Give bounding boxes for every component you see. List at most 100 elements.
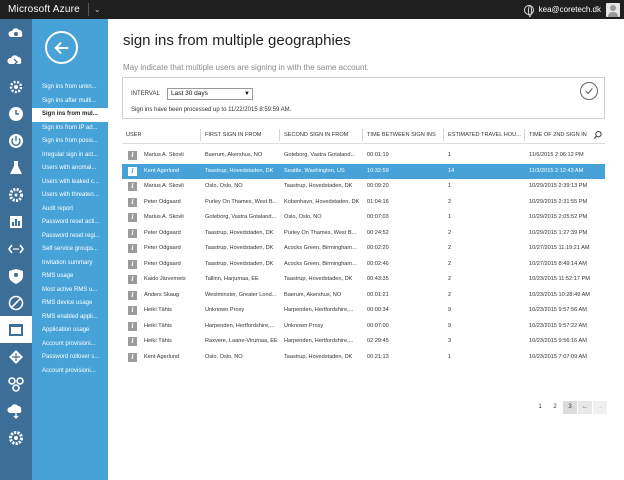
- nav-item-account-provisioning-1[interactable]: Account provisioni...: [32, 338, 108, 352]
- rail-item-gear[interactable]: [0, 73, 32, 100]
- table-row[interactable]: i Kent Agerlund Taastrup, Hovedstaden, DK S…: [122, 163, 605, 179]
- nav-item-multiple-geographies[interactable]: Sign ins from mul...: [32, 108, 108, 122]
- table-row[interactable]: i Marius A. Skovli Baerum, Akershus, NO Got…: [122, 148, 605, 164]
- page-3-link[interactable]: 3: [563, 401, 577, 414]
- nav-item-anomalous[interactable]: Users with anomal...: [32, 162, 108, 176]
- nav-item-rms-device-usage[interactable]: RMS device usage: [32, 297, 108, 311]
- avatar[interactable]: [606, 2, 620, 17]
- nav-item-leaked-credentials[interactable]: Users with leaked c...: [32, 176, 108, 190]
- rail-item-chart[interactable]: [0, 208, 32, 235]
- table-row[interactable]: i Peter Odgaard Purley On Thames, West B..…: [122, 195, 605, 211]
- apply-button[interactable]: [580, 82, 598, 100]
- info-icon[interactable]: i: [128, 213, 137, 222]
- table-row[interactable]: i Heikí Tähis Unknown Proxy Harpenden, Hert…: [122, 303, 605, 319]
- page-2-link[interactable]: 2: [548, 401, 562, 414]
- rail-item-power[interactable]: [0, 127, 32, 154]
- info-icon[interactable]: i: [128, 197, 137, 207]
- info-icon[interactable]: i: [128, 290, 137, 300]
- nav-item-invitation-summary[interactable]: Invitation summary: [32, 257, 108, 271]
- column-header-second-sign-in[interactable]: SECOND SIGN IN FROM: [280, 126, 362, 144]
- nav-item-self-service-groups[interactable]: Self service groups...: [32, 243, 108, 257]
- column-header-time-second[interactable]: TIME OF 2ND SIGN IN: [525, 126, 591, 144]
- table-row[interactable]: i Peter Odgaard Taastrup, Hovedstaden, DK P…: [122, 226, 605, 242]
- rail-item-cloud-services[interactable]: [0, 19, 32, 46]
- rail-item-diamond[interactable]: [0, 343, 32, 370]
- cell-user: Peter Odgaard: [144, 198, 181, 205]
- column-header-first-sign-in[interactable]: FIRST SIGN IN FROM: [201, 126, 279, 144]
- brand-divider: [87, 3, 89, 16]
- cell-time-between: 01:04:16: [367, 198, 389, 205]
- nav-item-password-reset-activity[interactable]: Password reset acti...: [32, 216, 108, 230]
- info-icon[interactable]: i: [128, 337, 137, 346]
- rail-item-active-directory[interactable]: [0, 316, 32, 343]
- rail-item-clock[interactable]: [0, 100, 32, 127]
- rail-item-identity[interactable]: [0, 262, 32, 289]
- cell-travel-hours: 2: [448, 276, 452, 282]
- table-row[interactable]: i Marius A. Skovli Goteborg, Vastra Gotala…: [122, 210, 605, 226]
- table-row[interactable]: i Kaido Järvemets Tallinn, Harjumaa, EE Taa…: [122, 272, 605, 288]
- table-row[interactable]: i Peter Odgaard Taastrup, Hovedstaden, DK A…: [122, 257, 605, 273]
- cell-time-between: 00:43:35: [367, 276, 389, 282]
- globe-icon[interactable]: [523, 4, 534, 17]
- info-icon[interactable]: i: [128, 259, 137, 269]
- rail-item-cloud-sync[interactable]: [0, 397, 32, 424]
- table-row[interactable]: i Kent Agerlund Oslo, Oslo, NO Taastrup, Ho…: [122, 350, 605, 366]
- rail-item-web-sites[interactable]: [0, 46, 32, 73]
- cell-travel-hours: 9: [448, 322, 452, 329]
- nav-item-application-usage[interactable]: Application usage: [32, 324, 108, 338]
- cell-travel-hours: 1: [448, 214, 452, 220]
- table-row[interactable]: i Marius A. Skovli Oslo, Oslo, NO Taastrup,…: [122, 179, 605, 195]
- cell-travel-hours: 2: [448, 229, 452, 236]
- back-button[interactable]: [45, 31, 78, 64]
- interval-select[interactable]: Last 30 days ▼: [167, 88, 253, 100]
- nav-item-account-provisioning-2[interactable]: Account provisioni...: [32, 365, 108, 379]
- nav-item-unknown-sources[interactable]: Sign ins from unkn...: [32, 81, 108, 95]
- rail-item-code[interactable]: [0, 235, 32, 262]
- cell-time-second: 10/29/2015 2:31:55 PM: [529, 198, 588, 205]
- rail-item-settings[interactable]: [0, 424, 32, 451]
- nav-item-ip-addresses[interactable]: Sign ins from IP ad...: [32, 122, 108, 136]
- table-row[interactable]: i Heikí Tähis Raxvere, Laane-Virumaa, EE Ha…: [122, 334, 605, 350]
- nav-item-rms-usage[interactable]: RMS usage: [32, 270, 108, 284]
- page-1-link[interactable]: 1: [533, 401, 547, 414]
- rail-item-network[interactable]: [0, 370, 32, 397]
- cell-user: Peter Odgaard: [144, 260, 181, 267]
- previous-page-button[interactable]: ←: [578, 401, 592, 414]
- column-header-time-between[interactable]: TIME BETWEEN SIGN INS: [363, 126, 443, 144]
- rail-item-blocked[interactable]: [0, 289, 32, 316]
- nav-item-most-active-rms[interactable]: Most active RMS u...: [32, 284, 108, 298]
- info-icon[interactable]: i: [128, 244, 137, 253]
- nav-item-password-reset-registration[interactable]: Password reset regi...: [32, 230, 108, 244]
- next-page-button[interactable]: →: [593, 401, 607, 414]
- column-header-user[interactable]: USER: [122, 126, 200, 144]
- nav-item-irregular-activity[interactable]: Irregular sign in act...: [32, 149, 108, 163]
- table-row[interactable]: i Anders Skaug Westminster, Greater Lond..…: [122, 288, 605, 304]
- table-row[interactable]: i Peter Odgaard Taastrup, Hovedstaden, DK A…: [122, 241, 605, 257]
- info-icon[interactable]: i: [128, 321, 137, 331]
- brand-title[interactable]: Microsoft Azure: [0, 4, 80, 15]
- info-icon[interactable]: i: [128, 352, 137, 362]
- nav-item-password-rollover[interactable]: Password rollover s...: [32, 351, 108, 365]
- nav-item-threatened[interactable]: Users with threaten...: [32, 189, 108, 203]
- info-icon[interactable]: i: [128, 166, 137, 176]
- info-icon[interactable]: i: [128, 151, 137, 160]
- cell-first-sign-in: Purley On Thames, West B...: [205, 198, 278, 205]
- cell-time-second: 10/29/2015 1:27:39 PM: [529, 229, 588, 236]
- table-header: USER FIRST SIGN IN FROM SECOND SIGN IN F…: [122, 126, 605, 144]
- rail-item-settings-gear[interactable]: [0, 181, 32, 208]
- search-icon[interactable]: [593, 130, 603, 140]
- info-icon[interactable]: i: [128, 228, 137, 238]
- info-icon[interactable]: i: [128, 275, 137, 284]
- nav-item-audit-report[interactable]: Audit report: [32, 203, 108, 217]
- rail-item-flask[interactable]: [0, 154, 32, 181]
- user-email[interactable]: kea@coretech.dk: [539, 5, 601, 14]
- nav-item-after-multiple-failures[interactable]: Sign ins after multi...: [32, 95, 108, 109]
- chevron-down-icon[interactable]: ⌄: [94, 5, 101, 14]
- info-icon[interactable]: i: [128, 182, 137, 191]
- nav-item-possibly-infected[interactable]: Sign ins from possi...: [32, 135, 108, 149]
- nav-item-rms-enabled-apps[interactable]: RMS enabled appli...: [32, 311, 108, 325]
- info-icon[interactable]: i: [128, 306, 137, 315]
- column-header-travel-hours[interactable]: ESTIMATED TRAVEL HOU...: [444, 126, 524, 144]
- table-row[interactable]: i Heikí Tähis Harpenden, Hertfordshire,...…: [122, 319, 605, 335]
- interval-label: INTERVAL: [131, 91, 160, 97]
